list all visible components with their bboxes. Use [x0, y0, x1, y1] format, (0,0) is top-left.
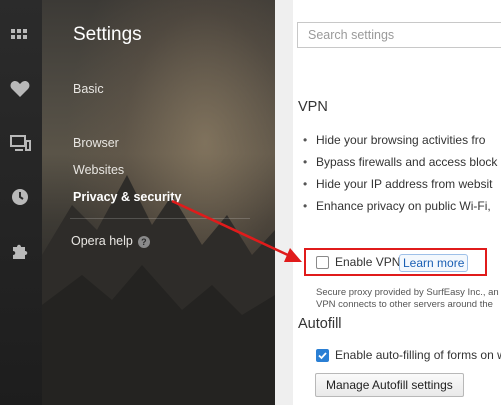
vpn-section-title: VPN	[298, 99, 328, 115]
sidebar-divider	[70, 218, 250, 219]
main-pane: Search settings VPN Hide your browsing a…	[275, 0, 501, 405]
list-item: Hide your browsing activities fro	[303, 133, 485, 147]
enable-autofill-label: Enable auto-filling of forms on w	[335, 348, 501, 362]
learn-more-link[interactable]: Learn more	[399, 254, 469, 272]
enable-vpn-checkbox[interactable]	[316, 256, 329, 269]
help-icon: ?	[137, 235, 150, 248]
manage-autofill-button[interactable]: Manage Autofill settings	[315, 373, 464, 397]
sidebar-item-websites[interactable]: Websites	[73, 163, 124, 177]
sidebar-item-basic[interactable]: Basic	[73, 82, 104, 96]
sidebar-item-browser[interactable]: Browser	[73, 136, 119, 150]
opera-help-link[interactable]: Opera help?	[71, 234, 150, 248]
list-item: Enhance privacy on public Wi-Fi,	[303, 199, 491, 213]
enable-vpn-label: Enable VPN	[335, 255, 401, 269]
autofill-section-title: Autofill	[298, 316, 342, 332]
icon-rail	[0, 0, 42, 405]
opera-help-label: Opera help	[71, 234, 133, 248]
settings-sidebar: Settings Basic Browser Websites Privacy …	[42, 0, 275, 405]
search-input[interactable]: Search settings	[297, 22, 501, 48]
settings-title: Settings	[73, 24, 142, 45]
sidebar-item-privacy-security[interactable]: Privacy & security	[73, 190, 181, 204]
heart-icon[interactable]	[9, 78, 31, 100]
devices-icon[interactable]	[9, 133, 31, 155]
vpn-note-line-2: VPN connects to other servers around the	[316, 299, 493, 310]
vpn-note-line-1: Secure proxy provided by SurfEasy Inc., …	[316, 287, 499, 298]
extensions-icon[interactable]	[9, 240, 31, 262]
checkmark-icon	[318, 352, 327, 360]
history-icon[interactable]	[9, 186, 31, 208]
enable-autofill-checkbox[interactable]	[316, 349, 329, 362]
list-item: Hide your IP address from websit	[303, 177, 492, 191]
apps-icon[interactable]	[9, 25, 31, 47]
list-item: Bypass firewalls and access block	[303, 155, 497, 169]
